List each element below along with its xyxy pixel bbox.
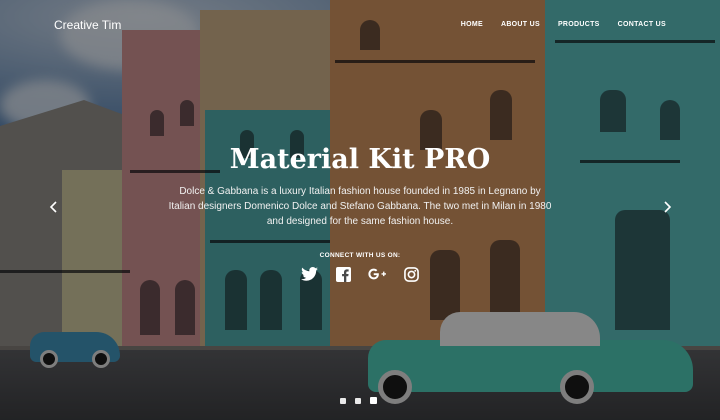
nav-link-contact-us[interactable]: CONTACT US <box>618 21 666 28</box>
hero-section: Creative Tim HOME ABOUT US PRODUCTS CONT… <box>0 0 720 420</box>
twitter-icon[interactable] <box>300 265 318 283</box>
facebook-icon[interactable] <box>334 265 352 283</box>
chevron-left-icon <box>49 201 57 213</box>
carousel-indicator-3[interactable] <box>370 397 377 404</box>
nav-links: HOME ABOUT US PRODUCTS CONTACT US <box>461 21 666 28</box>
google-plus-icon[interactable] <box>368 265 386 283</box>
connect-label: CONNECT WITH US ON: <box>319 252 401 259</box>
chevron-right-icon <box>664 201 672 213</box>
carousel-prev-button[interactable] <box>47 200 61 214</box>
hero-description: Dolce & Gabbana is a luxury Italian fash… <box>168 186 552 227</box>
carousel-indicators <box>340 397 377 404</box>
brand-logo[interactable]: Creative Tim <box>54 18 121 32</box>
nav-link-about-us[interactable]: ABOUT US <box>501 21 540 28</box>
carousel-next-button[interactable] <box>660 200 674 214</box>
navbar: Creative Tim HOME ABOUT US PRODUCTS CONT… <box>0 0 720 50</box>
nav-link-home[interactable]: HOME <box>461 21 483 28</box>
instagram-icon[interactable] <box>402 265 420 283</box>
carousel-indicator-1[interactable] <box>340 397 346 404</box>
social-links <box>300 264 420 284</box>
nav-link-products[interactable]: PRODUCTS <box>558 21 600 28</box>
carousel-indicator-2[interactable] <box>355 397 361 404</box>
hero-title: Material Kit PRO <box>229 144 491 175</box>
